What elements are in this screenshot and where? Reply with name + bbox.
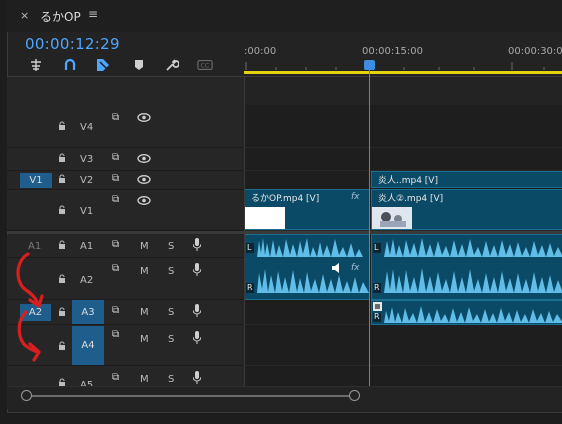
clip-v2[interactable]: 炎人..mp4 [V]	[371, 171, 562, 188]
sequence-tab-title[interactable]: るかOP	[40, 8, 81, 25]
clip-v1-left[interactable]: るかOP.mp4 [V] fx	[244, 189, 370, 230]
solo-button[interactable]: S	[168, 266, 174, 277]
clip-thumbnail	[245, 207, 285, 229]
track-lane-a5[interactable]	[245, 366, 562, 387]
eye-icon[interactable]	[137, 113, 151, 122]
sync-lock-icon[interactable]: ⧉	[112, 194, 119, 205]
insert-overwrite-sequences-icon[interactable]	[28, 57, 44, 73]
horizontal-scroll-area	[7, 386, 562, 409]
sync-lock-icon[interactable]: ⧉	[112, 239, 119, 250]
track-header-v4[interactable]	[7, 105, 244, 148]
clip-thumbnail	[372, 207, 412, 229]
close-tab-icon[interactable]: ×	[20, 9, 29, 22]
mute-button[interactable]: M	[140, 307, 149, 318]
sync-lock-icon[interactable]: ⧉	[112, 152, 119, 163]
clip-label: るかOP.mp4 [V]	[251, 194, 320, 204]
track-header-a5[interactable]	[7, 366, 244, 387]
right-channel-marker: R	[374, 283, 380, 292]
work-area-bar[interactable]	[244, 71, 562, 74]
clip-label: 炎人②.mp4 [V]	[378, 194, 444, 204]
playhead-handle[interactable]	[364, 60, 375, 70]
tab-bar: × るかOP ≡	[7, 0, 562, 32]
sync-lock-icon[interactable]: ⧉	[112, 372, 119, 383]
track-lane-a4[interactable]	[245, 325, 562, 366]
audio-clip-a3[interactable]: R	[371, 300, 562, 325]
left-channel-marker: L	[374, 243, 379, 252]
playhead-timecode[interactable]: 00:00:12:29	[25, 35, 120, 53]
scroll-handle-left[interactable]	[21, 390, 32, 401]
sync-lock-icon[interactable]: ⧉	[112, 263, 119, 274]
ruler-label: :00:00	[244, 46, 277, 57]
solo-button[interactable]: S	[168, 374, 174, 385]
microphone-icon[interactable]	[193, 371, 201, 384]
track-header-v1[interactable]	[7, 190, 244, 231]
source-patch-v1[interactable]: V1	[20, 173, 52, 188]
track-name-v1: V1	[80, 206, 94, 217]
red-annotation-arrows	[16, 252, 44, 362]
svg-text:CC: CC	[201, 63, 210, 70]
track-name-a2: A2	[80, 275, 94, 286]
add-marker-icon[interactable]	[131, 57, 147, 73]
sync-lock-icon[interactable]: ⧉	[112, 329, 119, 340]
lock-icon[interactable]	[58, 174, 66, 184]
captions-icon[interactable]: CC	[197, 57, 213, 73]
audio-clip-right[interactable]: L R	[371, 234, 562, 300]
solo-button[interactable]: S	[168, 241, 174, 252]
audio-clip-left[interactable]: L R fx	[244, 234, 370, 300]
microphone-icon[interactable]	[193, 331, 201, 344]
track-header-spacer	[7, 77, 244, 105]
header-divider	[244, 77, 245, 386]
fx-badge: fx	[351, 192, 360, 202]
eye-icon[interactable]	[137, 175, 151, 184]
scroll-handle-right[interactable]	[349, 390, 360, 401]
track-name-v4: V4	[80, 122, 94, 133]
track-name-v3: V3	[80, 154, 94, 165]
track-name-a1: A1	[80, 241, 94, 252]
sync-lock-icon[interactable]: ⧉	[112, 305, 119, 316]
lock-icon[interactable]	[58, 121, 66, 131]
track-target-a3[interactable]: A3	[72, 300, 104, 324]
mute-button[interactable]: M	[140, 241, 149, 252]
zoom-scrollbar[interactable]	[26, 395, 356, 397]
track-header-v3[interactable]	[7, 148, 244, 171]
audio-waveform	[373, 238, 562, 293]
eye-icon[interactable]	[137, 196, 151, 205]
lock-icon[interactable]	[58, 307, 66, 317]
mute-button[interactable]: M	[140, 266, 149, 277]
track-target-a4[interactable]: A4	[72, 326, 104, 365]
snap-icon[interactable]	[62, 57, 78, 73]
playhead-line[interactable]	[369, 70, 370, 386]
panel-menu-icon[interactable]: ≡	[88, 7, 98, 21]
lock-icon[interactable]	[58, 341, 66, 351]
timeline-settings-wrench-icon[interactable]	[164, 57, 180, 73]
track-name-v2: V2	[80, 175, 94, 186]
audio-waveform	[373, 302, 562, 323]
microphone-icon[interactable]	[193, 263, 201, 276]
lock-icon[interactable]	[58, 153, 66, 163]
lock-icon[interactable]	[58, 205, 66, 215]
solo-button[interactable]: S	[168, 307, 174, 318]
clip-v1-right[interactable]: 炎人②.mp4 [V]	[371, 189, 562, 230]
lock-icon[interactable]	[58, 240, 66, 250]
speaker-icon	[332, 263, 339, 273]
left-channel-marker: L	[247, 243, 252, 252]
track-lane-v4[interactable]	[245, 105, 562, 148]
lock-icon[interactable]	[58, 274, 66, 284]
right-channel-marker: R	[374, 312, 380, 321]
clip-label: 炎人..mp4 [V]	[378, 176, 438, 186]
sync-lock-icon[interactable]: ⧉	[112, 112, 119, 123]
ruler-label: 00:00:30:0	[508, 46, 562, 57]
microphone-icon[interactable]	[193, 304, 201, 317]
mute-button[interactable]: M	[140, 334, 149, 345]
ruler-label: 00:00:15:00	[362, 46, 424, 57]
linked-selection-icon[interactable]	[95, 57, 111, 73]
eye-icon[interactable]	[137, 154, 151, 163]
solo-button[interactable]: S	[168, 334, 174, 345]
microphone-icon[interactable]	[193, 238, 201, 251]
fx-badge: fx	[351, 263, 360, 273]
right-channel-marker: R	[247, 283, 253, 292]
sync-lock-icon[interactable]: ⧉	[112, 173, 119, 184]
mute-button[interactable]: M	[140, 374, 149, 385]
track-lane-v3[interactable]	[245, 148, 562, 171]
